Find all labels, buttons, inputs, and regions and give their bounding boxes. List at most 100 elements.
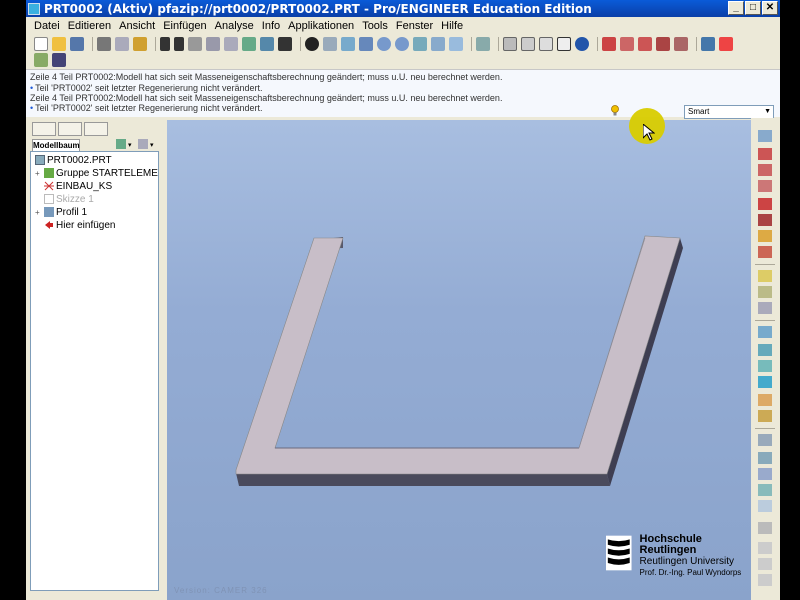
open-folder-icon[interactable] — [52, 37, 66, 51]
rib-tool-icon[interactable] — [758, 302, 772, 314]
revolve-tool-icon[interactable] — [758, 394, 772, 406]
window-close-icon[interactable] — [719, 37, 733, 51]
zoom-in-icon[interactable] — [377, 37, 391, 51]
csys-tool-icon[interactable] — [758, 214, 772, 226]
mirror-tool-icon[interactable] — [758, 434, 772, 446]
maximize-button[interactable]: □ — [745, 1, 761, 15]
trim-tool-icon[interactable] — [758, 468, 772, 480]
selection-filter-dropdown[interactable]: Smart ▼ — [684, 105, 774, 119]
close-button[interactable]: ✕ — [762, 1, 778, 15]
menu-info[interactable]: Info — [258, 20, 284, 32]
datum-points-icon[interactable] — [638, 37, 652, 51]
orient-icon[interactable] — [323, 37, 337, 51]
wireframe-icon[interactable] — [503, 37, 517, 51]
datum-point-tool-icon[interactable] — [758, 198, 772, 210]
menu-hilfe[interactable]: Hilfe — [437, 20, 467, 32]
print-icon[interactable] — [97, 37, 111, 51]
annotations-icon[interactable] — [674, 37, 688, 51]
save-icon[interactable] — [70, 37, 84, 51]
tab-favorites[interactable] — [84, 122, 108, 136]
menu-editieren[interactable]: Editieren — [64, 20, 115, 32]
analysis-tool-icon[interactable] — [758, 230, 772, 242]
u-profile-model[interactable] — [167, 120, 751, 600]
datum-curve-icon[interactable] — [758, 180, 772, 192]
menu-fenster[interactable]: Fenster — [392, 20, 437, 32]
pattern-tool-icon[interactable] — [758, 484, 772, 496]
regen-manager-icon[interactable] — [260, 37, 274, 51]
extrude-tool-icon[interactable] — [758, 376, 772, 388]
datum-axes-icon[interactable] — [620, 37, 634, 51]
refit-icon[interactable] — [341, 37, 355, 51]
tree-item-group[interactable]: + Gruppe STARTELEMENT — [35, 167, 158, 179]
logo-line-1: Hochschule Reutlingen — [639, 533, 702, 556]
paste-icon[interactable] — [224, 37, 238, 51]
home-icon[interactable] — [34, 53, 48, 67]
sketch-tool-icon[interactable] — [758, 246, 772, 258]
chamfer-tool-icon[interactable] — [758, 360, 772, 372]
hidden-line-icon[interactable] — [521, 37, 535, 51]
tab-folder-browser[interactable] — [58, 122, 82, 136]
tree-item-sketch[interactable]: Skizze 1 — [44, 193, 94, 205]
message-line: Zeile 4 Teil PRT0002:Modell hat sich sei… — [30, 72, 503, 82]
viewport-footer-text: Version: CAMER 326 — [174, 586, 268, 595]
menu-einfuegen[interactable]: Einfügen — [159, 20, 210, 32]
shell-tool-icon[interactable] — [758, 286, 772, 298]
no-hidden-icon[interactable] — [539, 37, 553, 51]
enhanced-realism-icon[interactable] — [575, 37, 589, 51]
copy-icon[interactable] — [206, 37, 220, 51]
datum-planes-icon[interactable] — [602, 37, 616, 51]
tab-model-tree[interactable] — [32, 122, 56, 136]
zoom-fit-icon[interactable] — [413, 37, 427, 51]
datum-plane-tool-icon[interactable] — [758, 130, 772, 142]
menu-applikationen[interactable]: Applikationen — [284, 20, 358, 32]
toolbar-separator — [755, 428, 775, 429]
sketch-plane-icon[interactable] — [758, 148, 772, 160]
saved-views-icon[interactable] — [449, 37, 463, 51]
round-tool-icon[interactable] — [758, 344, 772, 356]
warp-tool-icon[interactable] — [758, 558, 772, 570]
group-icon — [44, 168, 54, 178]
hole-tool-icon[interactable] — [758, 270, 772, 282]
offset-tool-icon[interactable] — [758, 542, 772, 554]
find-icon[interactable] — [278, 37, 292, 51]
message-line: • Teil 'PRT0002' seit letzter Regenerieru… — [30, 103, 263, 113]
new-file-icon[interactable] — [34, 37, 48, 51]
feature-list-icon[interactable] — [758, 574, 772, 586]
redo-icon[interactable] — [174, 37, 184, 51]
zoom-out-icon[interactable] — [395, 37, 409, 51]
menu-analyse[interactable]: Analyse — [211, 20, 258, 32]
minimize-button[interactable]: _ — [728, 1, 744, 15]
cut-icon[interactable] — [188, 37, 202, 51]
merge-tool-icon[interactable] — [758, 452, 772, 464]
menu-datei[interactable]: Datei — [30, 20, 64, 32]
menu-tools[interactable]: Tools — [358, 20, 392, 32]
tree-settings-icon[interactable]: ▾ ▾ — [114, 138, 158, 150]
draft-tool-icon[interactable] — [758, 326, 772, 338]
thicken-tool-icon[interactable] — [758, 500, 772, 512]
solidify-tool-icon[interactable] — [758, 522, 772, 534]
regenerate-icon[interactable] — [242, 37, 256, 51]
sphere-icon[interactable] — [305, 37, 319, 51]
expand-icon[interactable]: + — [35, 208, 42, 217]
message-area: Zeile 4 Teil PRT0002:Modell hat sich sei… — [26, 69, 780, 117]
graphics-viewport[interactable]: Hochschule Reutlingen Reutlingen Univers… — [167, 120, 751, 600]
tree-item-csys[interactable]: EINBAU_KS — [44, 180, 112, 192]
undo-icon[interactable] — [160, 37, 170, 51]
expand-icon[interactable]: + — [35, 169, 42, 178]
sweep-tool-icon[interactable] — [758, 410, 772, 422]
datum-axis-tool-icon[interactable] — [758, 164, 772, 176]
tree-item-protrusion[interactable]: + Profil 1 — [35, 206, 87, 218]
tree-item-part[interactable]: PRT0002.PRT — [35, 154, 112, 166]
view-manager-icon[interactable] — [431, 37, 445, 51]
pencil-icon[interactable] — [133, 37, 147, 51]
repaint-icon[interactable] — [359, 37, 373, 51]
csys-display-icon[interactable] — [656, 37, 670, 51]
context-help-icon[interactable] — [52, 53, 66, 67]
email-icon[interactable] — [115, 37, 129, 51]
window-activate-icon[interactable] — [701, 37, 715, 51]
menu-ansicht[interactable]: Ansicht — [115, 20, 159, 32]
layers-icon[interactable] — [476, 37, 490, 51]
lightbulb-icon[interactable] — [610, 104, 620, 118]
shading-icon[interactable] — [557, 37, 571, 51]
tree-item-insert-here[interactable]: Hier einfügen — [44, 219, 115, 231]
